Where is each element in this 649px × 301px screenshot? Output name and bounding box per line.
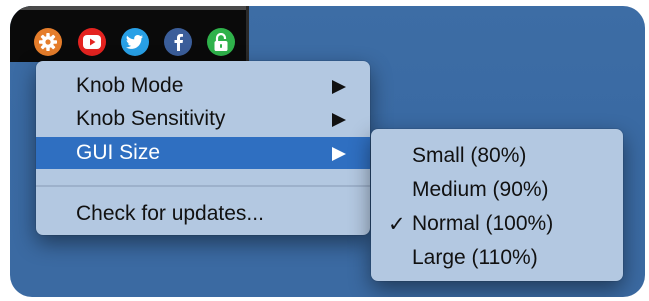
submenu-item-label: Medium (90%) — [412, 178, 549, 201]
gear-icon[interactable] — [34, 28, 62, 56]
menu-item-label: GUI Size — [76, 141, 161, 164]
submenu-item-large[interactable]: Large (110%) — [371, 241, 623, 275]
twitter-icon[interactable] — [121, 28, 149, 56]
menu-item-knob-mode[interactable]: Knob Mode — [36, 70, 370, 102]
youtube-icon[interactable] — [78, 28, 106, 56]
submenu-item-small[interactable]: Small (80%) — [371, 139, 623, 173]
gui-size-submenu: Small (80%) Medium (90%) ✓ Normal (100%)… — [371, 129, 623, 281]
menu-item-check-updates[interactable]: Check for updates... — [36, 198, 370, 230]
unlock-icon[interactable] — [207, 28, 235, 56]
menu-item-knob-sensitivity[interactable]: Knob Sensitivity — [36, 103, 370, 135]
checkmark-icon: ✓ — [388, 213, 406, 236]
submenu-item-medium[interactable]: Medium (90%) — [371, 173, 623, 207]
context-menu: Knob Mode Knob Sensitivity GUI Size Chec… — [36, 61, 370, 235]
menu-separator — [36, 185, 370, 187]
menu-item-label: Check for updates... — [76, 202, 264, 225]
menu-item-gui-size[interactable]: GUI Size — [36, 137, 370, 169]
desktop-background: Knob Mode Knob Sensitivity GUI Size Chec… — [10, 6, 645, 297]
toolbar-divider — [10, 6, 246, 10]
submenu-item-normal[interactable]: ✓ Normal (100%) — [371, 207, 623, 241]
submenu-arrow-icon — [332, 113, 346, 127]
menu-item-label: Knob Mode — [76, 74, 184, 97]
facebook-icon[interactable] — [164, 28, 192, 56]
submenu-item-label: Small (80%) — [412, 144, 527, 167]
submenu-arrow-icon — [332, 147, 346, 161]
submenu-item-label: Large (110%) — [412, 246, 538, 269]
submenu-arrow-icon — [332, 80, 346, 94]
submenu-item-label: Normal (100%) — [412, 212, 554, 235]
menu-item-label: Knob Sensitivity — [76, 107, 226, 130]
plugin-toolbar — [10, 6, 249, 62]
